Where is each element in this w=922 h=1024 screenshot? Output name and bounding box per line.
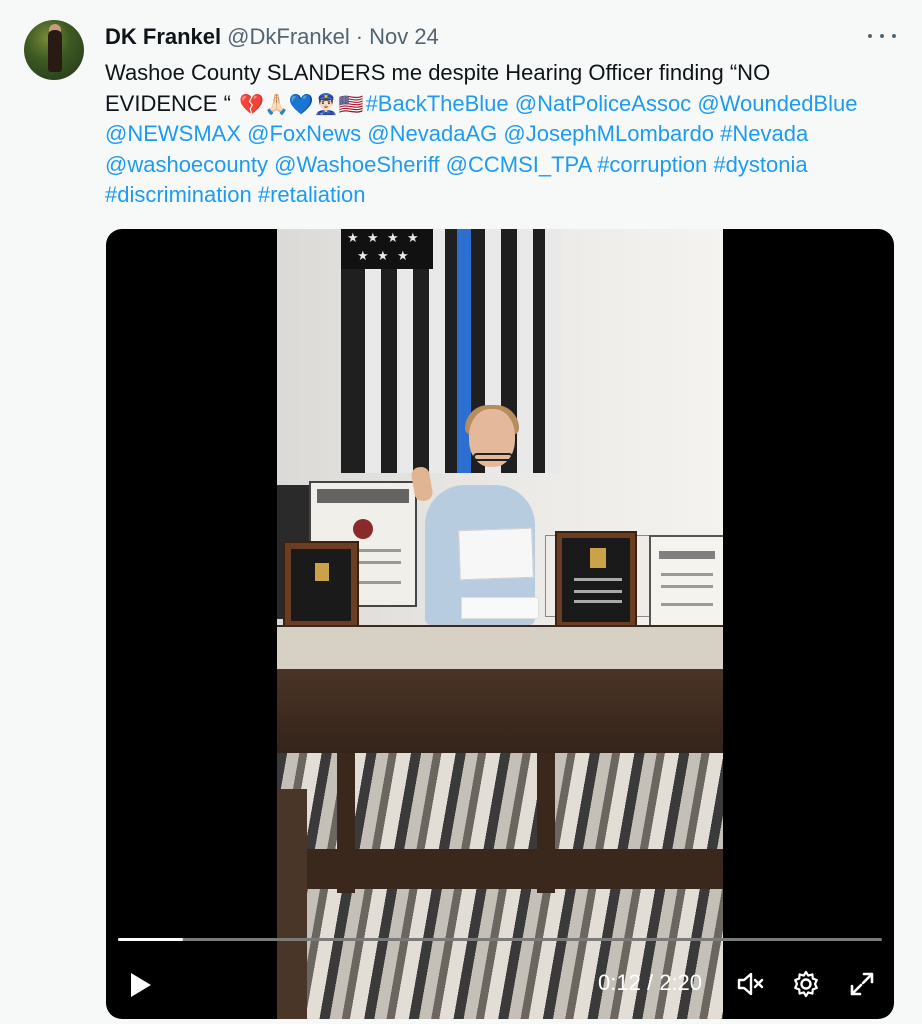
video-time: 0:12 / 2:20 xyxy=(598,970,702,996)
fullscreen-button[interactable] xyxy=(846,968,878,1000)
table-paper xyxy=(461,597,539,619)
mention-link[interactable]: @NatPoliceAssoc xyxy=(515,91,691,116)
person-glasses xyxy=(473,453,513,461)
more-dot xyxy=(880,34,884,38)
more-dot xyxy=(868,34,872,38)
thin-blue-line-flag: ★ ★ ★ ★ ★ ★ ★ xyxy=(341,229,561,473)
video-player[interactable]: ★ ★ ★ ★ ★ ★ ★ xyxy=(106,229,894,1019)
mention-link[interactable]: @FoxNews xyxy=(247,121,361,146)
award-plaque-left xyxy=(283,541,359,629)
play-icon xyxy=(131,973,151,997)
bench xyxy=(307,849,723,889)
author-name[interactable]: DK Frankel xyxy=(105,24,221,50)
avatar-figure-body xyxy=(48,30,62,72)
mention-link[interactable]: @JosephMLombardo xyxy=(503,121,714,146)
mention-link[interactable]: @NevadaAG xyxy=(367,121,497,146)
hashtag-link[interactable]: #Nevada xyxy=(720,121,808,146)
certificate-right xyxy=(649,535,723,627)
more-dot xyxy=(892,34,896,38)
header-separator: · xyxy=(355,24,364,49)
play-button[interactable] xyxy=(126,970,156,1000)
mention-link[interactable]: @WoundedBlue xyxy=(697,91,857,116)
author-handle[interactable]: @DkFrankel xyxy=(227,24,350,50)
mention-link[interactable]: @NEWSMAX xyxy=(105,121,241,146)
mention-link[interactable]: @washoecounty xyxy=(105,152,268,177)
tweet-header: DK Frankel @DkFrankel · Nov 24 xyxy=(105,22,439,52)
tweet-date[interactable]: Nov 24 xyxy=(369,24,439,50)
time-separator: / xyxy=(646,970,654,995)
video-progress-fill xyxy=(118,938,184,941)
video-progress-bar[interactable] xyxy=(118,938,882,941)
hashtag-link[interactable]: #BackTheBlue xyxy=(366,91,509,116)
settings-button[interactable] xyxy=(790,968,822,1000)
tweet-text: Washoe County SLANDERS me despite Hearin… xyxy=(105,58,885,211)
mute-button[interactable] xyxy=(734,968,766,1000)
video-frame[interactable]: ★ ★ ★ ★ ★ ★ ★ xyxy=(277,229,723,1019)
gear-icon xyxy=(794,970,818,998)
author-avatar[interactable] xyxy=(24,20,84,80)
volume-muted-icon xyxy=(737,972,764,996)
more-options-icon[interactable] xyxy=(868,26,896,46)
mention-link[interactable]: @WashoeSheriff xyxy=(274,152,439,177)
tweet-emojis: 💔🙏🏻💙👮🏻‍♂️🇺🇸 xyxy=(239,91,364,116)
held-paper xyxy=(458,527,534,581)
current-time: 0:12 xyxy=(598,970,641,995)
table-front xyxy=(277,669,723,753)
mention-link[interactable]: @CCMSI_TPA xyxy=(446,152,591,177)
table-runner xyxy=(277,627,723,669)
hashtag-link[interactable]: #discrimination xyxy=(105,182,252,207)
duration: 2:20 xyxy=(659,970,703,995)
chair xyxy=(277,789,307,1019)
hashtag-link[interactable]: #dystonia xyxy=(713,152,807,177)
award-plaque-right xyxy=(555,531,637,629)
hashtag-link[interactable]: #corruption xyxy=(597,152,707,177)
hashtag-link[interactable]: #retaliation xyxy=(258,182,366,207)
expand-icon xyxy=(850,972,874,996)
